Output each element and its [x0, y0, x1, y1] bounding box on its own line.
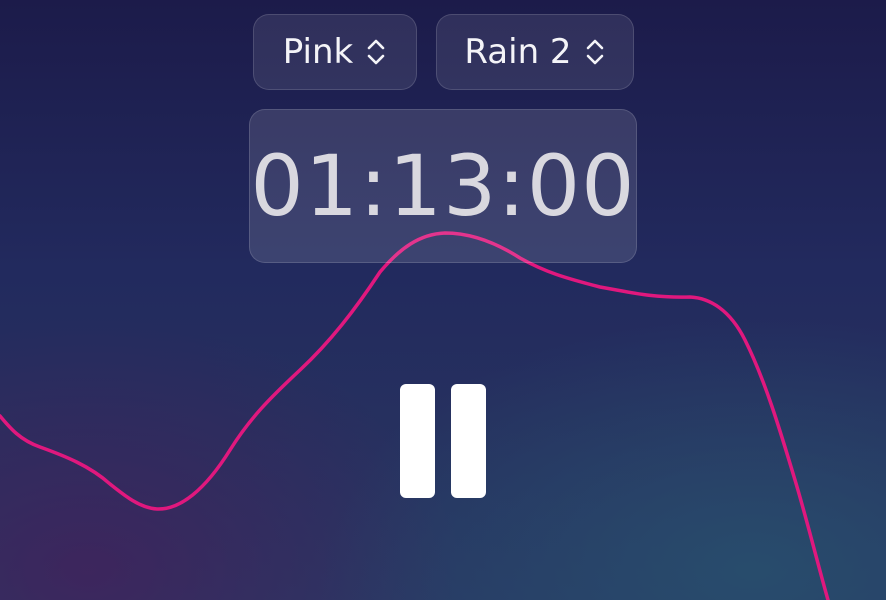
chevron-up-down-icon: [586, 39, 603, 65]
noise-type-label: Pink: [282, 32, 354, 72]
pause-bar-right: [451, 384, 486, 498]
pause-bar-left: [400, 384, 435, 498]
noise-player-screen: Pink Rain 2 01:13:00: [0, 0, 886, 600]
timer-display[interactable]: 01:13:00: [249, 109, 637, 263]
ambient-sound-label: Rain 2: [464, 32, 572, 72]
noise-type-selector[interactable]: Pink: [253, 14, 417, 90]
chevron-up-down-icon: [367, 39, 385, 65]
pause-button[interactable]: [390, 374, 498, 508]
timer-value: 01:13:00: [250, 137, 636, 235]
eq-curve: [0, 231, 830, 600]
ambient-sound-selector[interactable]: Rain 2: [436, 14, 634, 90]
